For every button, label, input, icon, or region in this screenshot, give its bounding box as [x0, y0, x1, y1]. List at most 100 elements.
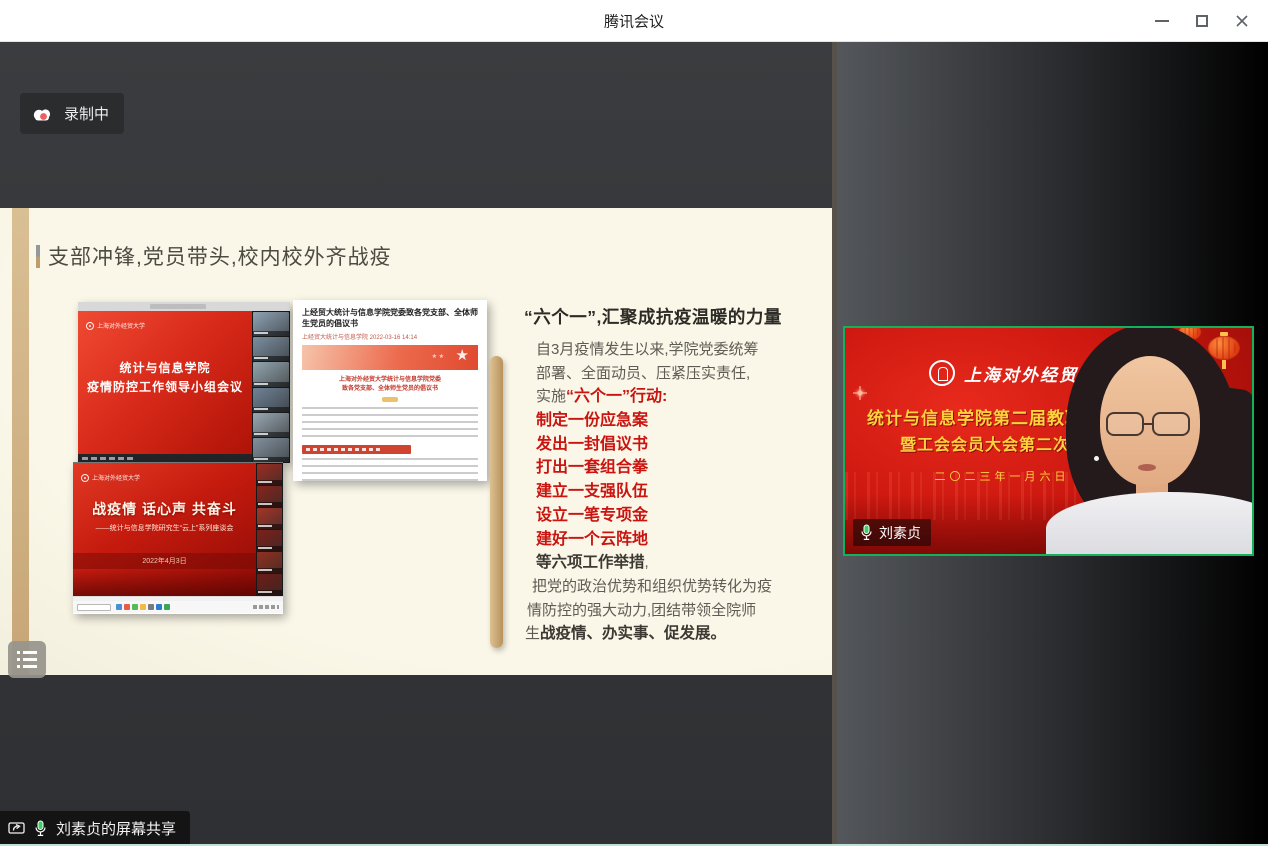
proposal-meta: 上经贸大统计与信息学院 2022-03-16 14:14	[302, 332, 478, 341]
proposal-paragraph-lines-2	[302, 458, 478, 483]
participant-thumbnail	[253, 312, 289, 336]
participant-thumbnail	[253, 362, 289, 386]
university-emblem-icon	[81, 474, 89, 482]
page-edge-strip	[490, 356, 503, 648]
slide-text-line: 部署、全面动员、压紧压实责任,	[524, 362, 816, 386]
firework-decoration	[853, 386, 867, 400]
maximize-button[interactable]	[1182, 0, 1222, 41]
conference-window-titlebar	[78, 302, 290, 311]
six-one-block: “六个一”,汇聚成抗疫温暖的力量 自3月疫情发生以来,学院党委统筹部署、全面动员…	[524, 304, 816, 646]
taskbar-app-icon	[132, 604, 138, 610]
participant-thumbnail	[253, 388, 289, 412]
tencent-meeting-window: 腾讯会议 录制中	[0, 0, 1268, 846]
taskbar-search-box	[77, 604, 111, 611]
taskbar-app-icon	[124, 604, 130, 610]
glasses	[1106, 412, 1190, 436]
participant-thumbnail	[257, 552, 282, 573]
participant-person	[1050, 332, 1254, 556]
forum-subtitle: ——统计与信息学院研究生“云上”系列座谈会	[73, 523, 256, 533]
university-logo-small: 上海对外经贸大学	[86, 321, 145, 330]
proposal-highlight-bar	[302, 445, 411, 454]
slide-title-marker	[36, 245, 40, 268]
forum-title: 战疫情 话心声 共奋斗	[73, 499, 256, 519]
forum-date: 2022年4月3日	[142, 556, 186, 566]
participants-panel: 上海对外经贸大学 统计与信息学院第二届教职工大会 暨工会会员大会第二次会议 二〇…	[832, 42, 1268, 846]
participant-thumbnail	[257, 464, 282, 485]
outline-toggle-button[interactable]	[8, 641, 46, 678]
proposal-red-heading: 上海对外经贸大学统计与信息学院党委 致各党支部、全体师生党员的倡议书	[302, 376, 478, 394]
shared-screen-area: 录制中 支部冲锋,党员带头,校内校外齐战疫 上海对外经	[0, 42, 832, 846]
slide-text-line: 自3月疫情发生以来,学院党委统筹	[524, 338, 816, 362]
window-controls	[1142, 0, 1262, 41]
taskbar-app-icon	[140, 604, 146, 610]
proposal-paragraph-lines	[302, 407, 478, 441]
conference-screenshot: 上海对外经贸大学 统计与信息学院 疫情防控工作领导小组会议	[78, 302, 290, 463]
minimize-icon	[1155, 20, 1169, 22]
forum-date-band: 2022年4月3日	[73, 553, 256, 569]
participant-thumbnail	[253, 337, 289, 361]
titlebar: 腾讯会议	[0, 0, 1268, 42]
app-title: 腾讯会议	[604, 10, 664, 31]
participant-thumbnail	[257, 530, 282, 551]
university-emblem-icon	[86, 322, 94, 330]
mouth	[1138, 464, 1156, 471]
forum-screenshot: 上海对外经贸大学 战疫情 话心声 共奋斗 ——统计与信息学院研究生“云上”系列座…	[73, 462, 283, 614]
microphone-active-icon	[860, 524, 873, 541]
list-icon	[17, 651, 37, 668]
taskbar-app-icon	[148, 604, 154, 610]
slide-text-line: 设立一笔专项金	[524, 504, 816, 528]
proposal-title: 上经贸大统计与信息学院党委致各党支部、全体师生党员的倡议书	[302, 307, 478, 329]
proposal-banner-image	[302, 345, 478, 370]
conference-slide-text: 统计与信息学院 疫情防控工作领导小组会议	[78, 359, 252, 397]
conference-line1: 统计与信息学院	[78, 359, 252, 378]
conference-line2: 疫情防控工作领导小组会议	[78, 378, 252, 397]
taskbar-tray	[253, 605, 279, 609]
maximize-icon	[1196, 15, 1208, 27]
conference-red-slide: 上海对外经贸大学 统计与信息学院 疫情防控工作领导小组会议	[78, 311, 252, 463]
forum-red-slide: 上海对外经贸大学 战疫情 话心声 共奋斗 ——统计与信息学院研究生“云上”系列座…	[73, 463, 256, 596]
slide-text-line: 实施“六个一”行动:	[524, 385, 816, 409]
slide-title-text: 支部冲锋,党员带头,校内校外齐战疫	[48, 241, 392, 271]
university-logo-small: 上海对外经贸大学	[81, 473, 140, 482]
slide-text-line: 建好一个云阵地	[524, 528, 816, 552]
six-one-lines: 自3月疫情发生以来,学院党委统筹部署、全面动员、压紧压实责任,实施“六个一”行动…	[524, 338, 816, 646]
six-one-heading: “六个一”,汇聚成抗疫温暖的力量	[524, 304, 816, 329]
slide-text-line: 打出一套组合拳	[524, 456, 816, 480]
participant-video-tile[interactable]: 上海对外经贸大学 统计与信息学院第二届教职工大会 暨工会会员大会第二次会议 二〇…	[843, 326, 1254, 556]
slide-title: 支部冲锋,党员带头,校内校外齐战疫	[36, 241, 392, 271]
proposal-red-line1: 上海对外经贸大学统计与信息学院党委	[302, 376, 478, 385]
slide-text-line: 等六项工作举措,	[524, 551, 816, 575]
main-area: 录制中 支部冲锋,党员带头,校内校外齐战疫 上海对外经	[0, 42, 1268, 846]
participant-thumbnail	[257, 574, 282, 595]
close-icon	[1235, 14, 1249, 28]
slide-text-line: 生战疫情、办实事、促发展。	[524, 622, 816, 646]
cloud-record-icon	[31, 106, 54, 122]
forum-taskbar	[73, 601, 283, 613]
screen-share-banner: 刘素贞的屏幕共享	[0, 811, 190, 846]
slide-text-line: 制定一份应急案	[524, 409, 816, 433]
participant-thumbnail	[253, 438, 289, 462]
participant-name: 刘素贞	[879, 523, 921, 543]
forum-thumbs	[256, 463, 283, 596]
participant-thumbnail	[257, 508, 282, 529]
participant-name-badge: 刘素贞	[853, 519, 931, 546]
slide-text-line: 建立一支强队伍	[524, 480, 816, 504]
participant-thumbnail	[257, 486, 282, 507]
university-emblem-icon	[929, 360, 955, 386]
close-button[interactable]	[1222, 0, 1262, 41]
taskbar-app-icon	[164, 604, 170, 610]
university-name: 上海对外经贸大学	[92, 473, 140, 482]
proposal-ornament	[382, 397, 398, 402]
recording-badge[interactable]: 录制中	[20, 93, 124, 134]
taskbar-app-icon	[156, 604, 162, 610]
earring	[1094, 456, 1099, 461]
participant-thumbnail	[253, 413, 289, 437]
slide-text-line: 把党的政治优势和组织优势转化为疫	[524, 575, 816, 599]
taskbar-icons	[116, 604, 170, 610]
recording-label: 录制中	[64, 103, 109, 124]
proposal-red-line2: 致各党支部、全体师生党员的倡议书	[302, 385, 478, 394]
microphone-icon	[34, 820, 47, 837]
minimize-button[interactable]	[1142, 0, 1182, 41]
slide-text-line: 情防控的强大动力,团结带领全院师	[524, 599, 816, 623]
screen-share-label: 刘素贞的屏幕共享	[56, 818, 176, 839]
